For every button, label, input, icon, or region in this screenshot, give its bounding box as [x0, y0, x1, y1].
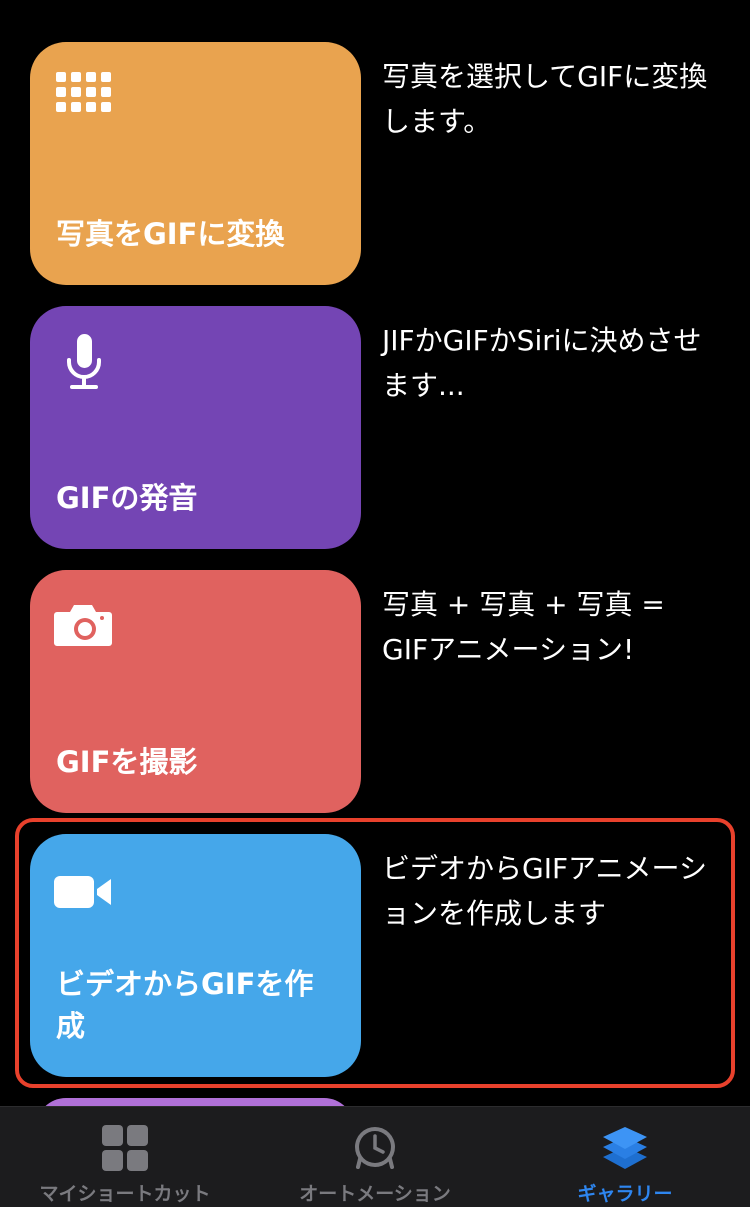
tab-bar: マイショートカット オートメーション ギャラリー: [0, 1106, 750, 1207]
camera-icon: [54, 605, 112, 646]
shortcut-card-take-gif[interactable]: GIFを撮影: [30, 570, 361, 813]
tab-label: マイショートカット: [39, 1183, 211, 1205]
shortcut-description: JIFかGIFかSiriに決めさせます...: [382, 324, 702, 402]
highlight-box: [15, 818, 735, 1088]
shortcut-card-photo-to-gif[interactable]: 写真をGIFに変換: [30, 42, 361, 285]
shortcut-card-gif-pronunciation[interactable]: GIFの発音: [30, 306, 361, 549]
shortcuts-grid-icon: [102, 1125, 148, 1171]
grid-dots-icon: [56, 72, 111, 112]
tab-label: ギャラリー: [577, 1183, 673, 1205]
tab-label: オートメーション: [299, 1183, 451, 1205]
tab-automation[interactable]: オートメーション: [250, 1107, 500, 1207]
shortcut-title: 写真をGIFに変換: [56, 217, 285, 251]
clock-icon: [355, 1127, 395, 1169]
layers-icon: [603, 1127, 647, 1169]
shortcut-description: 写真 + 写真 + 写真 = GIFアニメーション!: [382, 588, 665, 666]
microphone-icon: [67, 334, 101, 389]
shortcut-title: GIFの発音: [56, 481, 198, 515]
tab-gallery[interactable]: ギャラリー: [500, 1107, 750, 1207]
shortcut-description: 写真を選択してGIFに変換します。: [382, 60, 708, 138]
tab-my-shortcuts[interactable]: マイショートカット: [0, 1107, 250, 1207]
shortcut-title: GIFを撮影: [56, 745, 198, 779]
